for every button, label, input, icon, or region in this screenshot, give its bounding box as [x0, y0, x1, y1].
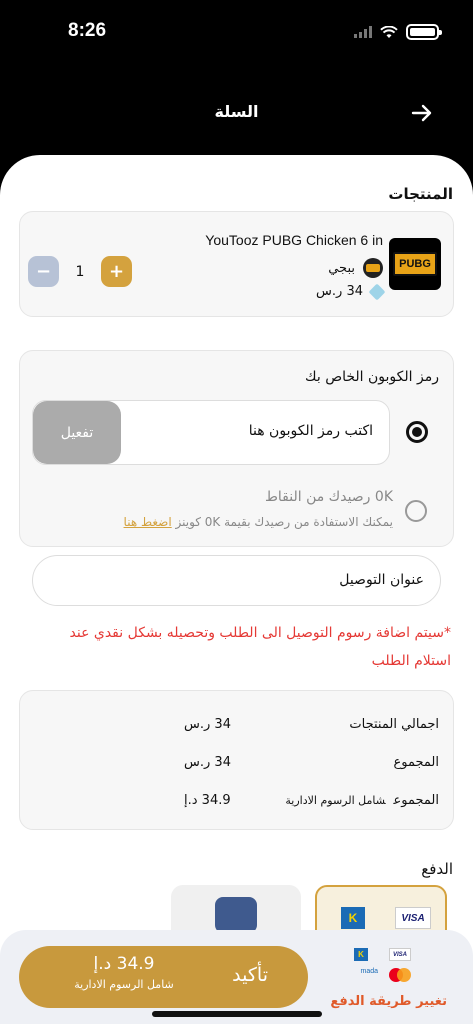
change-payment-method-link[interactable]: تغيير طريقة الدفع	[330, 994, 447, 1009]
total-amount-note: شامل الرسوم الادارية	[74, 978, 174, 991]
summary-value: 34.9 د.إ	[184, 793, 231, 808]
payment-title: الدفع	[421, 860, 453, 878]
quantity-value: 1	[75, 263, 85, 280]
header: السلة	[0, 92, 473, 136]
delivery-address-field[interactable]: عنوان التوصيل	[32, 555, 441, 606]
order-summary-card: اجمالي المنتجات 34 ر.س المجموع 34 ر.س ال…	[19, 690, 454, 830]
knet-logo-small: K	[354, 948, 368, 961]
summary-label: المجموع	[393, 755, 439, 770]
mada-logo: mada	[360, 968, 378, 975]
summary-row: المجموع 34 ر.س	[34, 755, 439, 775]
cart-sheet: المنتجات PUBG YouTooz PUBG Chicken 6 in …	[0, 155, 473, 1024]
brand-logo-icon	[363, 258, 383, 278]
checkout-bar: تأكيد 34.9 د.إ شامل الرسوم الادارية VISA…	[0, 930, 473, 1024]
points-description: يمكنك الاستفادة من رصيدك بقيمة 0K كوينز …	[124, 515, 393, 529]
product-price: 34 ر.س	[316, 284, 363, 299]
home-indicator	[152, 1011, 322, 1017]
brand-row: ببجي	[328, 258, 383, 278]
price-row: 34 ر.س	[316, 283, 386, 300]
mastercard-icon	[389, 968, 411, 982]
increase-quantity-button[interactable]: +	[101, 256, 132, 287]
wifi-icon	[380, 25, 398, 38]
total-amount: 34.9 د.إ	[93, 954, 155, 974]
page-title: السلة	[214, 102, 259, 121]
product-card: PUBG YouTooz PUBG Chicken 6 in ببجي 34 ر…	[19, 211, 454, 317]
summary-row: المجموع شامل الرسوم الادارية 34.9 د.إ	[34, 793, 439, 813]
redeem-points-link[interactable]: اضغط هنا	[124, 515, 172, 529]
pubg-logo: PUBG	[393, 252, 437, 276]
confirm-label: تأكيد	[232, 964, 268, 986]
signal-icon	[354, 26, 372, 38]
status-time: 8:26	[68, 20, 107, 41]
coupon-radio[interactable]	[406, 421, 428, 443]
coupon-label: رمز الكوبون الخاص بك	[305, 369, 439, 385]
price-tag-icon	[368, 283, 386, 300]
visa-logo-small: VISA	[389, 948, 411, 961]
summary-value: 34 ر.س	[184, 717, 231, 732]
summary-value: 34 ر.س	[184, 755, 231, 770]
summary-label: المجموع	[393, 793, 439, 808]
points-balance-title: 0K رصيدك من النقاط	[264, 489, 393, 505]
back-arrow-icon[interactable]	[409, 100, 435, 126]
confirm-button[interactable]: تأكيد 34.9 د.إ شامل الرسوم الادارية	[19, 946, 308, 1008]
product-name: YouTooz PUBG Chicken 6 in	[205, 232, 383, 248]
knet-logo: K	[341, 907, 365, 929]
products-title: المنتجات	[388, 185, 453, 203]
wallet-icon	[215, 897, 257, 933]
activate-coupon-button[interactable]: تفعيل	[33, 401, 121, 464]
coupon-input[interactable]: اكتب رمز الكوبون هنا	[249, 423, 373, 439]
status-bar: 8:26	[0, 0, 473, 64]
summary-sublabel: شامل الرسوم الادارية	[285, 794, 386, 807]
product-image: PUBG	[389, 238, 441, 290]
delivery-fee-note: *سيتم اضافة رسوم التوصيل الى الطلب وتحصي…	[69, 625, 452, 669]
brand-name: ببجي	[328, 260, 355, 276]
visa-logo: VISA	[395, 907, 431, 929]
status-icons	[354, 24, 442, 40]
battery-icon	[406, 24, 442, 40]
points-radio[interactable]	[405, 500, 427, 522]
quantity-stepper: − 1 +	[28, 256, 132, 287]
delivery-address-label: عنوان التوصيل	[339, 572, 424, 588]
points-description-text: يمكنك الاستفادة من رصيدك بقيمة 0K كوينز	[171, 515, 393, 529]
summary-label: اجمالي المنتجات	[349, 717, 439, 732]
summary-row: اجمالي المنتجات 34 ر.س	[34, 717, 439, 737]
coupon-card: رمز الكوبون الخاص بك اكتب رمز الكوبون هن…	[19, 350, 454, 547]
coupon-field[interactable]: اكتب رمز الكوبون هنا تفعيل	[32, 400, 390, 465]
decrease-quantity-button[interactable]: −	[28, 256, 59, 287]
